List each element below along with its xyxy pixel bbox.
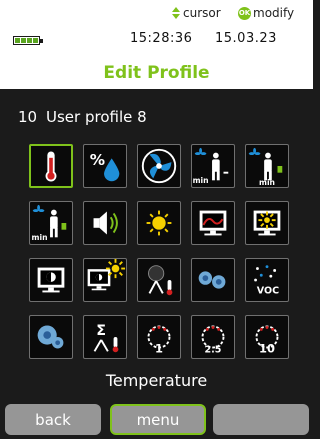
profile-number: 10 [18, 108, 38, 126]
svg-text:10: 10 [259, 341, 275, 355]
softkey-bar: back menu [0, 404, 313, 439]
sound-icon[interactable] [83, 201, 127, 245]
menu-button[interactable]: menu [110, 404, 206, 435]
svg-text:Σ: Σ [96, 323, 106, 339]
svg-text:VOC: VOC [257, 285, 279, 296]
screen-sun-icon[interactable] [83, 258, 127, 302]
pm25-icon[interactable]: 2.5 [191, 315, 235, 359]
humidity-icon[interactable]: % [83, 144, 127, 188]
svg-text:1: 1 [155, 341, 163, 355]
display-curve-icon[interactable] [191, 201, 235, 245]
svg-text:min: min [259, 178, 275, 187]
particles-icon[interactable] [191, 258, 235, 302]
key-hints: cursor OK modify [0, 6, 313, 22]
status-line: 15:28:36 15.03.23 [0, 31, 313, 51]
particle-sensor-icon[interactable] [29, 315, 73, 359]
up-down-arrow-icon [172, 7, 181, 19]
profile-header: 10 User profile 8 [18, 108, 147, 126]
parameter-icon-grid: % min min min VOC Σ 1 2.5 10 [29, 144, 289, 370]
modify-hint-label: modify [253, 6, 295, 20]
svg-text:%: % [90, 151, 105, 169]
min-fan-presence-icon[interactable]: min [191, 144, 235, 188]
clock-time: 15:28:36 [130, 31, 193, 46]
cursor-hint-label: cursor [183, 6, 221, 20]
fan-icon[interactable] [137, 144, 181, 188]
svg-text:2.5: 2.5 [205, 344, 222, 355]
ok-button-icon: OK [238, 6, 251, 20]
status-header: cursor OK modify 15:28:36 15.03.23 Edit … [0, 0, 313, 89]
profile-name: User profile 8 [46, 108, 147, 126]
blank-softkey[interactable] [213, 404, 309, 435]
pm10-icon[interactable]: 10 [245, 315, 289, 359]
sum-temperature-icon[interactable]: Σ [83, 315, 127, 359]
display-brightness-icon[interactable] [245, 201, 289, 245]
brightness-icon[interactable] [137, 201, 181, 245]
temperature-icon[interactable] [29, 144, 73, 188]
svg-text:min: min [193, 176, 209, 185]
back-button[interactable]: back [5, 404, 101, 435]
pm1-icon[interactable]: 1 [137, 315, 181, 359]
modify-hint: OK modify [238, 6, 294, 20]
voc-icon[interactable]: VOC [245, 258, 289, 302]
globe-temperature-icon[interactable] [137, 258, 181, 302]
screen-contrast-icon[interactable] [29, 258, 73, 302]
battery-icon [13, 36, 43, 45]
min-presence-icon[interactable]: min [29, 201, 73, 245]
cursor-hint: cursor [172, 6, 221, 20]
selected-parameter-label: Temperature [105, 371, 208, 390]
clock-date: 15.03.23 [215, 31, 277, 46]
min-fan-presence-alt-icon[interactable]: min [245, 144, 289, 188]
svg-text:min: min [32, 233, 48, 242]
page-title: Edit Profile [103, 63, 210, 83]
